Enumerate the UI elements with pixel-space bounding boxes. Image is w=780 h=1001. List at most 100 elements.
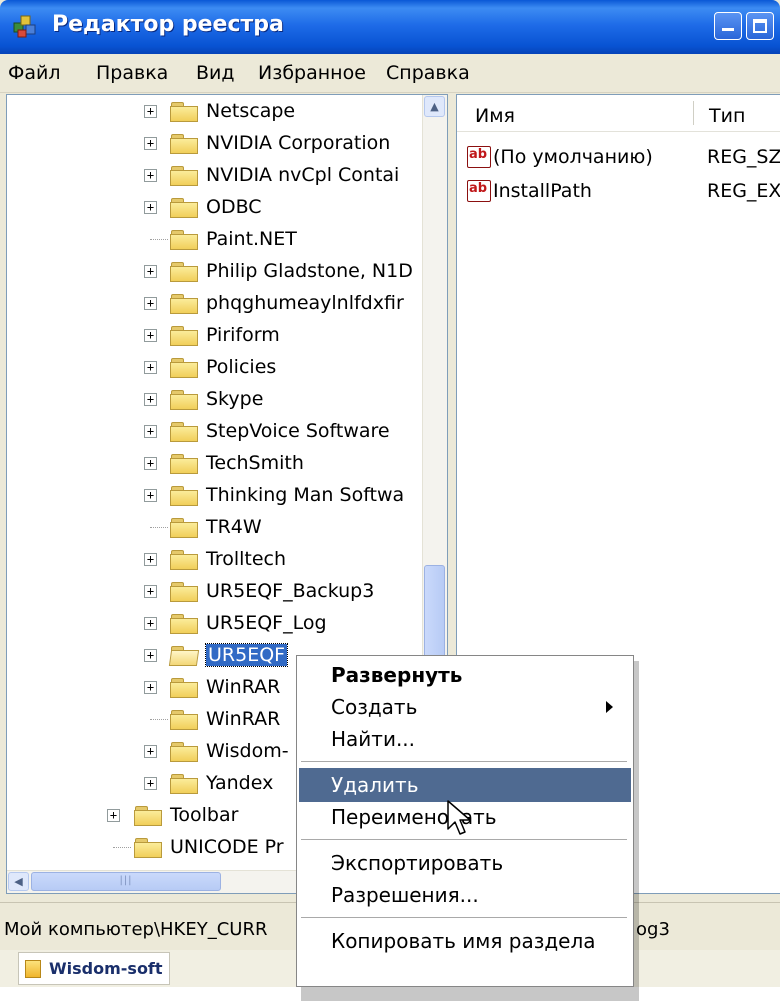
value-type: REG_SZ [707,146,780,168]
expand-plus-icon[interactable]: + [144,649,157,662]
context-menu-item-label: Копировать имя раздела [331,929,596,953]
expand-plus-icon[interactable]: + [144,329,157,342]
column-header: Имя Тип [457,95,780,132]
folder-icon [170,486,200,506]
tree-item[interactable]: Paint.NET [7,224,423,256]
folder-icon [170,166,200,186]
menu-bar: Файл Правка Вид Избранное Справка [0,54,780,93]
scroll-thumb-horizontal[interactable]: ||| [31,872,221,891]
tree-item[interactable]: + Trolltech [7,544,423,576]
expand-plus-icon[interactable]: + [144,265,157,278]
context-menu-item[interactable]: Копировать имя раздела [299,924,631,958]
tree-item[interactable]: + Policies [7,352,423,384]
tree-item[interactable]: + UR5EQF_Backup3 [7,576,423,608]
menu-edit[interactable]: Правка [96,62,168,84]
tree-item-label: Wisdom- [206,740,289,762]
tree-connector [113,847,131,848]
column-name[interactable]: Имя [475,105,515,127]
expand-plus-icon[interactable]: + [144,137,157,150]
context-menu-item[interactable]: Разрешения... [299,878,631,912]
expand-plus-icon[interactable]: + [144,169,157,182]
folder-icon [170,390,200,410]
tree-item[interactable]: + StepVoice Software [7,416,423,448]
expand-plus-icon[interactable]: + [144,201,157,214]
context-menu-item[interactable]: Создать [299,690,631,724]
tree-item[interactable]: + Piriform [7,320,423,352]
tree-item[interactable]: TR4W [7,512,423,544]
column-divider[interactable] [693,101,694,125]
tree-item-label: Piriform [206,324,280,346]
expand-plus-icon[interactable]: + [144,745,157,758]
tree-item[interactable]: + Thinking Man Softwa [7,480,423,512]
minimize-button[interactable] [714,12,742,40]
value-row[interactable]: ab (По умолчанию) REG_SZ [457,143,780,173]
tree-item[interactable]: + UR5EQF_Log [7,608,423,640]
tree-item[interactable]: + NVIDIA Corporation [7,128,423,160]
menu-file[interactable]: Файл [8,62,61,84]
tree-item-label: Policies [206,356,277,378]
folder-icon [170,358,200,378]
folder-icon [170,422,200,442]
context-menu-item-label: Удалить [331,773,419,797]
folder-open-icon [168,646,200,666]
value-name: InstallPath [493,180,592,202]
column-type[interactable]: Тип [709,105,745,127]
title-bar[interactable]: Редактор реестра [0,0,780,54]
menu-view[interactable]: Вид [196,62,235,84]
status-path: Мой компьютер\HKEY_CURR [4,919,268,940]
submenu-arrow-icon [606,701,613,713]
tree-item-label: Toolbar [170,804,239,826]
tree-item-label: TechSmith [206,452,304,474]
scroll-left-button[interactable]: ◀ [8,872,29,891]
folder-icon [170,518,200,538]
folder-icon [170,294,200,314]
menu-help[interactable]: Справка [386,62,470,84]
menu-separator [301,761,627,762]
value-row[interactable]: ab InstallPath REG_EX [457,177,780,207]
tree-item[interactable]: + Skype [7,384,423,416]
context-menu-item-label: Разрешения... [331,883,479,907]
taskbar-label: Wisdom-soft [49,959,163,978]
context-menu-item[interactable]: Найти... [299,722,631,756]
expand-plus-icon[interactable]: + [144,425,157,438]
tree-item[interactable]: + TechSmith [7,448,423,480]
tree-connector [150,239,168,240]
expand-plus-icon[interactable]: + [107,809,120,822]
mouse-cursor-icon [447,800,471,835]
expand-plus-icon[interactable]: + [144,361,157,374]
tree-item[interactable]: + Netscape [7,96,423,128]
folder-icon [170,134,200,154]
tree-item-label: NVIDIA nvCpl Contai [206,164,400,186]
tree-item[interactable]: + NVIDIA nvCpl Contai [7,160,423,192]
string-value-icon: ab [467,180,491,202]
tree-item-label: phqghumeaylnlfdxfir [206,292,404,314]
menu-favorites[interactable]: Избранное [258,62,366,84]
taskbar-button[interactable]: Wisdom-soft [18,952,170,985]
expand-plus-icon[interactable]: + [144,777,157,790]
tree-item[interactable]: + Philip Gladstone, N1D [7,256,423,288]
context-menu-item[interactable]: Удалить [299,768,631,802]
context-menu-item[interactable]: Развернуть [299,658,631,692]
tree-item[interactable]: + phqghumeaylnlfdxfir [7,288,423,320]
expand-plus-icon[interactable]: + [144,105,157,118]
tree-item-label: UR5EQF_Log [206,612,327,634]
expand-plus-icon[interactable]: + [144,297,157,310]
expand-plus-icon[interactable]: + [144,457,157,470]
context-menu-item-label: Создать [331,695,418,719]
tree-item-label: UNICODE Pr [170,836,284,858]
expand-plus-icon[interactable]: + [144,489,157,502]
context-menu-item[interactable]: Экспортировать [299,846,631,880]
menu-separator [301,839,627,840]
expand-plus-icon[interactable]: + [144,585,157,598]
expand-plus-icon[interactable]: + [144,393,157,406]
tree-item[interactable]: + ODBC [7,192,423,224]
scroll-up-button[interactable]: ▲ [424,96,445,117]
expand-plus-icon[interactable]: + [144,681,157,694]
tree-item-label: ODBC [206,196,262,218]
tree-item-label: WinRAR [206,708,281,730]
folder-icon [170,550,200,570]
tree-item-label: Netscape [206,100,296,122]
expand-plus-icon[interactable]: + [144,553,157,566]
maximize-button[interactable] [746,12,774,40]
expand-plus-icon[interactable]: + [144,617,157,630]
